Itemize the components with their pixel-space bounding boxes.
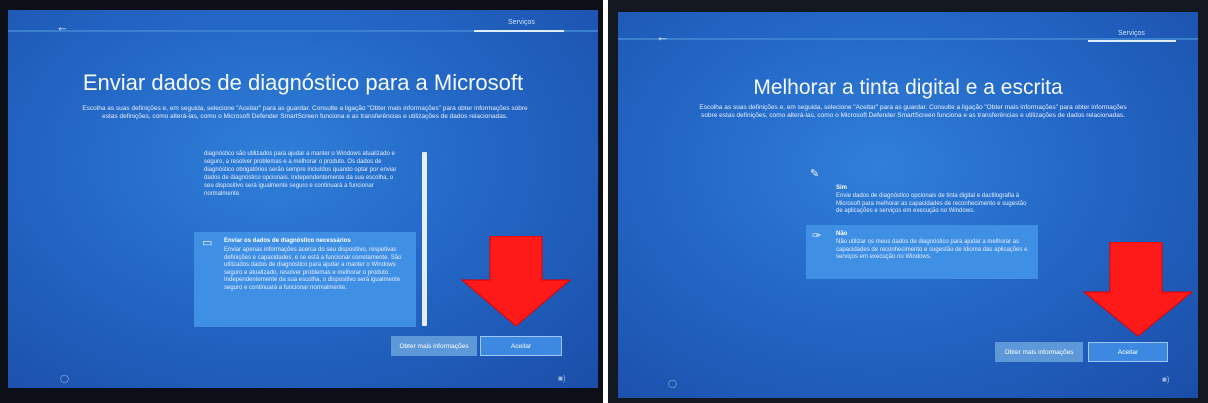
accept-button[interactable]: Aceitar	[1088, 342, 1168, 362]
red-down-arrow	[460, 236, 572, 327]
right-oobe-screen: ← Serviços Melhorar a tinta digital e a …	[618, 12, 1198, 398]
option-required-title: Enviar os dados de diagnóstico necessári…	[224, 238, 351, 244]
right-screenshot: ← Serviços Melhorar a tinta digital e a …	[608, 0, 1208, 403]
active-tab-indicator	[474, 30, 564, 32]
accept-button[interactable]: Aceitar	[480, 336, 562, 356]
option-full-description: diagnóstico são utilizados para ajudar a…	[204, 151, 397, 197]
scrollbar[interactable]	[422, 152, 427, 326]
tab-services: Serviços	[1118, 30, 1145, 37]
pen-off-icon: ✑	[812, 230, 822, 242]
page-subtitle: Escolha as suas definições e, em seguida…	[82, 105, 528, 120]
more-info-button[interactable]: Obter mais informações	[995, 342, 1083, 362]
accessibility-icon[interactable]: ◯	[60, 375, 69, 383]
left-oobe-screen: ← Serviços Enviar dados de diagnóstico p…	[8, 10, 598, 388]
accessibility-icon[interactable]: ◯	[668, 380, 677, 388]
more-info-button[interactable]: Obter mais informações	[391, 336, 477, 356]
red-down-arrow	[1082, 242, 1194, 337]
tab-services: Serviços	[508, 19, 535, 26]
option-yes[interactable]: ✎ Sim Envie dados de diagnóstico opciona…	[806, 165, 1038, 225]
option-required-diagnostics[interactable]: ▭ Enviar os dados de diagnóstico necessá…	[194, 232, 416, 327]
diagnostic-icon: ▭	[202, 237, 213, 249]
option-yes-description: Envie dados de diagnóstico opcionais de …	[836, 193, 1027, 214]
volume-icon[interactable]: ■)	[558, 375, 566, 383]
option-no-description: Não utilizar os meus dados de diagnóstic…	[836, 239, 1028, 260]
back-arrow-icon[interactable]: ←	[56, 20, 69, 33]
option-no-title: Não	[836, 231, 848, 237]
pen-icon: ✎	[810, 168, 820, 180]
page-title: Enviar dados de diagnóstico para a Micro…	[82, 70, 524, 95]
back-arrow-icon[interactable]: ←	[656, 30, 669, 43]
option-no[interactable]: ✑ Não Não utilizar os meus dados de diag…	[806, 225, 1038, 279]
page-subtitle: Escolha as suas definições e, em seguida…	[699, 104, 1127, 119]
active-tab-indicator	[1088, 40, 1176, 42]
volume-icon[interactable]: ■)	[1162, 376, 1170, 384]
option-required-description: Enviar apenas informações acerca do seu …	[224, 247, 402, 291]
page-title: Melhorar a tinta digital e a escrita	[753, 76, 1063, 99]
option-yes-title: Sim	[836, 185, 848, 191]
options-scroll-panel[interactable]: diagnóstico são utilizados para ajudar a…	[194, 150, 416, 330]
left-screenshot: ← Serviços Enviar dados de diagnóstico p…	[0, 0, 603, 403]
